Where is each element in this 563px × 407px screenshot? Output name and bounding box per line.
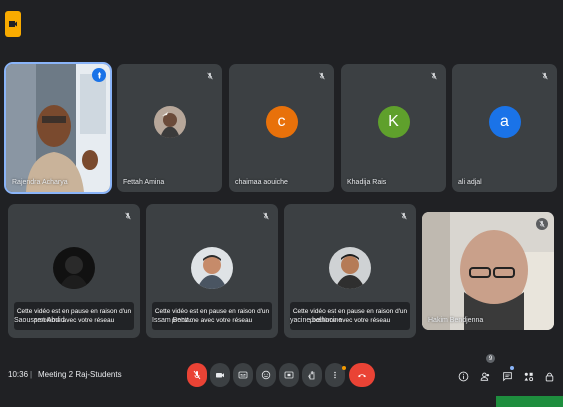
participant-name: Khadija Rais <box>347 179 387 186</box>
participant-tile-rajendra[interactable]: Rajendra Acharya <box>4 62 112 194</box>
people-button[interactable] <box>478 368 492 384</box>
activities-icon <box>524 372 533 381</box>
mic-off-icon <box>536 218 548 230</box>
pin-icon[interactable] <box>92 68 106 82</box>
mic-off-icon <box>539 70 551 82</box>
participant-tile-hakim[interactable]: Hakim Bendjenna <box>422 212 554 330</box>
camera-button[interactable] <box>210 363 230 387</box>
participant-tile-ali[interactable]: a ali adjal <box>452 64 557 192</box>
avatar <box>53 247 95 289</box>
participant-video <box>6 64 110 192</box>
present-button[interactable] <box>279 363 299 387</box>
avatar: c <box>265 106 298 138</box>
avatar <box>329 247 371 289</box>
camera-icon <box>216 373 224 378</box>
separator: | <box>30 370 33 379</box>
avatar: K <box>377 106 410 138</box>
avatar: a <box>488 106 521 138</box>
video-paused-message: Cette vidéo est en pause en raison d'un … <box>290 302 410 330</box>
activities-button[interactable] <box>521 368 535 384</box>
mic-off-icon <box>428 70 440 82</box>
present-icon <box>284 371 294 379</box>
participant-tile-yacine[interactable]: Cette vidéo est en pause en raison d'un … <box>284 204 416 338</box>
meet-logo-icon <box>5 11 21 37</box>
mic-off-icon <box>316 70 328 82</box>
mic-off-icon <box>398 210 410 222</box>
emoji-button[interactable] <box>256 363 276 387</box>
participant-tile-issam[interactable]: Cette vidéo est en pause en raison d'un … <box>146 204 278 338</box>
participant-name: Fettah Amina <box>123 179 165 186</box>
people-count-badge: 9 <box>486 354 495 363</box>
mic-off-button[interactable] <box>187 363 207 387</box>
participant-name: ali adjal <box>458 179 482 186</box>
hand-icon <box>308 371 315 380</box>
emoji-icon <box>261 370 271 380</box>
participant-tile-fettah[interactable]: Fettah Amina <box>117 64 222 192</box>
participant-name: Rajendra Acharya <box>12 179 68 186</box>
chat-unread-dot <box>510 366 514 370</box>
meeting-title: Meeting 2 Raj-Students <box>38 370 122 379</box>
leave-call-button[interactable] <box>349 363 375 387</box>
participant-name: Issam Benz.. <box>152 317 193 324</box>
mic-off-icon <box>193 370 201 380</box>
status-strip <box>496 396 563 407</box>
mic-off-icon <box>260 210 272 222</box>
chat-icon <box>502 371 512 381</box>
avatar <box>153 106 186 138</box>
clock: 10:36 <box>8 370 29 379</box>
mic-off-icon <box>204 70 216 82</box>
participant-video <box>422 212 554 330</box>
participant-name: Saoussen Abdid <box>14 317 65 324</box>
mic-off-icon <box>122 210 134 222</box>
more-icon <box>334 371 336 379</box>
video-paused-message: Cette vidéo est en pause en raison d'un … <box>152 302 272 330</box>
participant-tile-khadija[interactable]: K Khadija Rais <box>341 64 446 192</box>
captions-button[interactable] <box>233 363 253 387</box>
participant-tile-saoussen[interactable]: Cette vidéo est en pause en raison d'un … <box>8 204 140 338</box>
info-icon <box>458 371 468 381</box>
notification-dot <box>342 366 346 370</box>
chat-button[interactable] <box>500 368 514 384</box>
participant-name: chaimaa aouiche <box>235 179 288 186</box>
participant-name: yacine belhocine <box>290 317 343 324</box>
info-button[interactable] <box>456 368 470 384</box>
captions-icon <box>238 371 248 379</box>
people-icon <box>480 372 489 381</box>
video-paused-message: Cette vidéo est en pause en raison d'un … <box>14 302 134 330</box>
lock-person-icon <box>545 372 553 381</box>
participant-name: Hakim Bendjenna <box>428 317 484 324</box>
phone-hangup-icon <box>358 374 366 378</box>
host-controls-button[interactable] <box>542 368 556 384</box>
participant-tile-chaimaa[interactable]: c chaimaa aouiche <box>229 64 334 192</box>
avatar <box>191 247 233 289</box>
raise-hand-button[interactable] <box>302 363 322 387</box>
